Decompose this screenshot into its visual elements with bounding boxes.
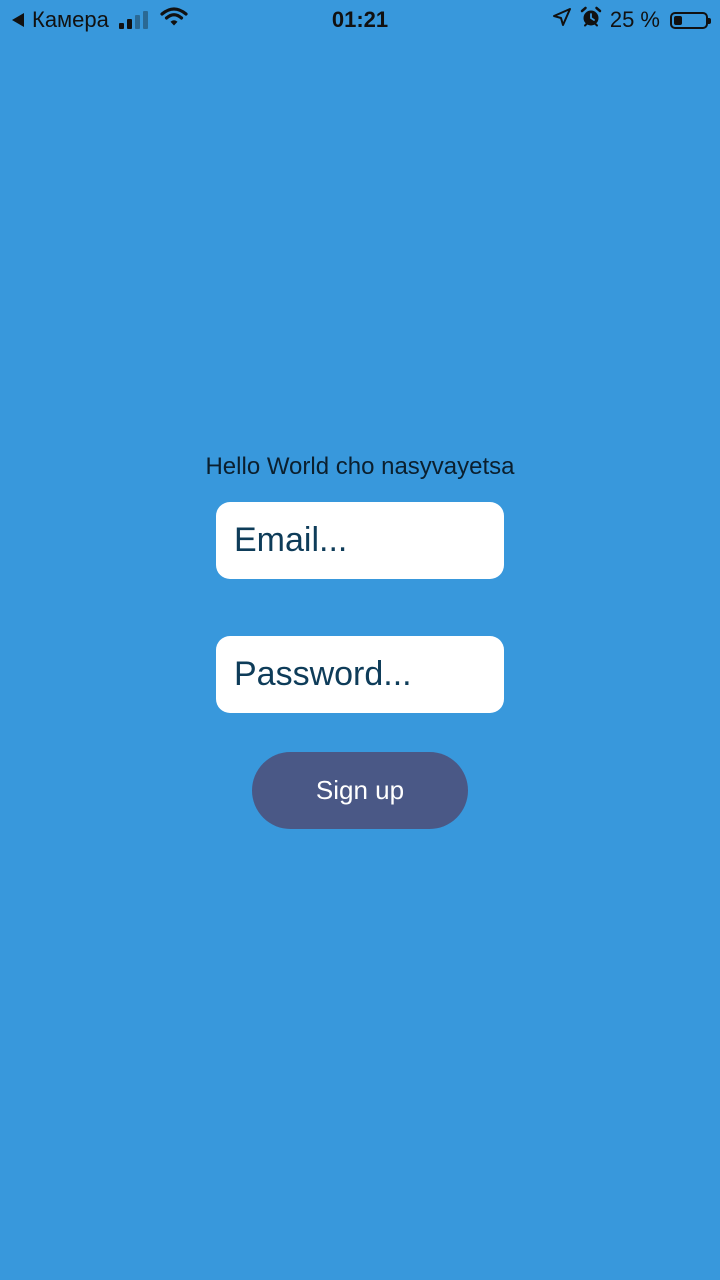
password-input[interactable]	[216, 636, 504, 713]
battery-level-fill	[674, 15, 682, 25]
alarm-clock-icon	[580, 6, 602, 34]
location-arrow-icon	[552, 7, 572, 33]
battery-percent: 25 %	[609, 7, 660, 32]
status-bar: Камера 01:21 25 %	[0, 0, 720, 40]
sign-up-button[interactable]: Sign up	[252, 752, 468, 829]
status-bar-right: 25 %	[552, 6, 711, 34]
battery-icon	[670, 11, 711, 29]
greeting-text: Hello World cho nasyvayetsa	[205, 453, 515, 480]
email-input[interactable]	[216, 502, 504, 579]
